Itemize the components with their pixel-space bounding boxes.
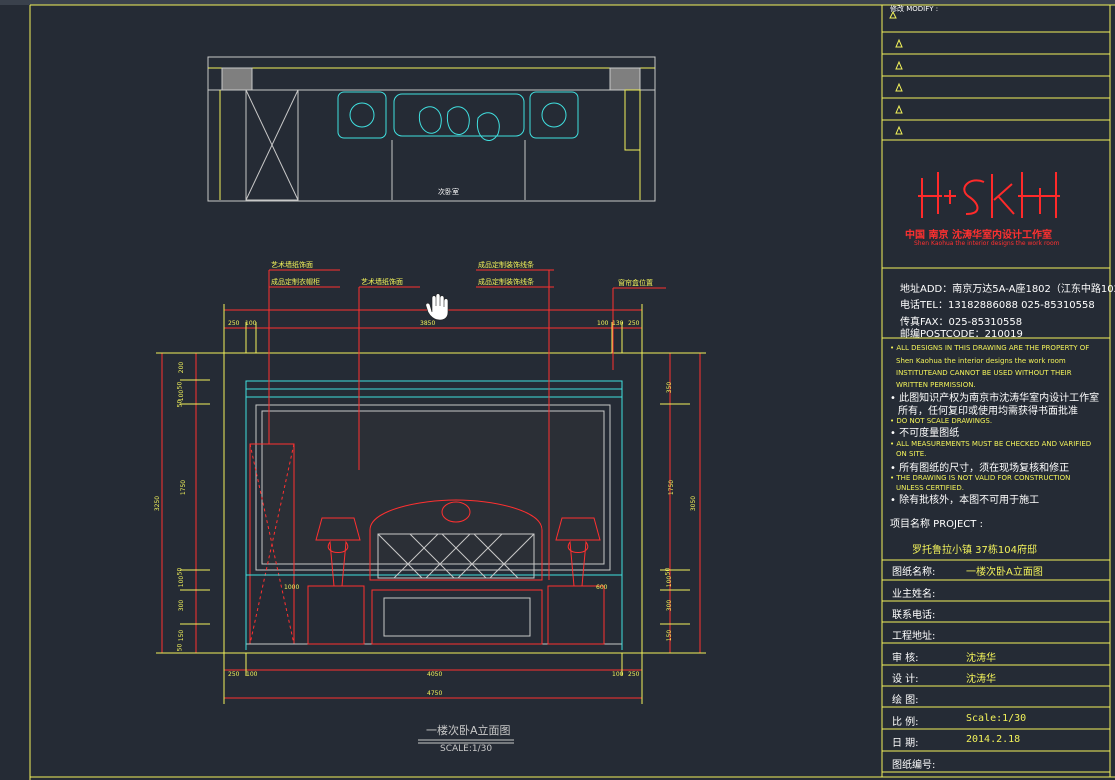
callout-underlines [269, 269, 666, 289]
studio-logo [918, 172, 1060, 218]
dim-left-total: 3250 [154, 495, 162, 512]
dim-right: 300 [666, 599, 674, 612]
dim-left: 100 [178, 575, 186, 588]
plan-room-label: 次卧室 [438, 188, 459, 196]
dim-top: 250 [228, 320, 240, 327]
row-label: 绘 图: [892, 695, 919, 706]
dim-left: 50 [176, 567, 184, 576]
note-line: ON SITE. [896, 450, 927, 458]
note-line: • ALL DESIGNS IN THIS DRAWING ARE THE PR… [890, 344, 1090, 352]
dim-bottom: 250 [228, 671, 240, 678]
address-text: 地址ADD：南京万达5A-A座1802（江东中路102号） [900, 284, 1115, 295]
dim-right: 1750 [668, 479, 676, 496]
row-label: 联系电话: [892, 610, 936, 621]
dim-left: 50 [176, 381, 184, 390]
top-strip [0, 0, 1115, 5]
row-value: 一楼次卧A立面图 [966, 567, 1043, 578]
studio-name-en: Shen Kaohua the interior designs the wor… [914, 240, 1060, 247]
dim-left: 1750 [180, 479, 188, 496]
note-line: Shen Kaohua the interior designs the wor… [896, 357, 1066, 365]
drawing-scale: SCALE:1/30 [440, 744, 493, 754]
small-dim-label: 1000 [284, 584, 300, 591]
dim-left: 300 [178, 599, 186, 612]
callout-label: 成品定制装饰线条 [478, 261, 534, 269]
row-label: 图纸名称: [892, 567, 936, 578]
callout-label: 成品定制衣帽柜 [271, 278, 320, 286]
dim-top: 100 [597, 320, 609, 327]
dim-right: 50 [664, 567, 672, 576]
row-label: 比 例: [892, 717, 919, 728]
dim-bottom: 100 [246, 671, 258, 678]
row-label: 工程地址: [892, 631, 936, 642]
dim-left: 50 [176, 643, 184, 652]
callout-label: 成品定制装饰线条 [478, 278, 534, 286]
modify-label: 修改 MODIFY : [890, 5, 939, 13]
row-value: 2014.2.18 [966, 734, 1021, 745]
dim-right: 100 [666, 575, 674, 588]
project-value: 罗托鲁拉小镇 37栋104府邸 [912, 545, 1037, 556]
note-line: • 不可度量图纸 [890, 428, 960, 439]
callout-label: 艺术墙纸饰面 [271, 261, 313, 269]
dim-right: 350 [666, 381, 674, 394]
studio-name-cn: 中国 南京 沈涛华室内设计工作室 [905, 230, 1052, 241]
dim-top: 130 [612, 320, 624, 327]
note-line: WRITTEN PERMISSION. [896, 381, 976, 389]
postcode-text: 邮编POSTCODE：210019 [900, 329, 1023, 340]
dim-bottom: 100 [612, 671, 624, 678]
dim-top: 100 [245, 320, 257, 327]
dim-right-total: 3050 [690, 495, 698, 512]
dim-total: 4750 [427, 690, 443, 697]
row-value: 沈涛华 [966, 674, 996, 685]
tel-text: 电话TEL：13182886088 025-85310558 [900, 300, 1095, 311]
note-line: • 所有图纸的尺寸，须在现场复核和修正 [890, 463, 1070, 474]
note-line: • THE DRAWING IS NOT VALID FOR CONSTRUCT… [890, 474, 1071, 482]
dim-top: 3850 [420, 320, 436, 327]
plan-view [207, 56, 656, 202]
dim-left: 50 [176, 399, 184, 408]
note-line: • 除有批核外，本图不可用于施工 [890, 495, 1040, 506]
small-dim-label: 600 [596, 584, 608, 591]
row-value: Scale:1/30 [966, 713, 1027, 724]
project-label: 项目名称 PROJECT : [890, 519, 983, 530]
revision-triangles [889, 10, 903, 135]
note-line: • ALL MEASUREMENTS MUST BE CHECKED AND V… [890, 440, 1092, 448]
hand-cursor-icon [425, 293, 449, 321]
dim-left: 200 [178, 361, 186, 374]
dim-top: 250 [628, 320, 640, 327]
drawing-title: 一楼次卧A立面图 [426, 724, 511, 737]
dim-bottom: 250 [628, 671, 640, 678]
note-line: INSTITUTEAND CANNOT BE USED WITHOUT THEI… [896, 369, 1072, 377]
dim-right: 150 [666, 629, 674, 642]
row-label: 审 核: [892, 653, 919, 664]
note-line: 所有，任何复印或使用均需获得书面批准 [898, 406, 1078, 417]
row-value: 沈涛华 [966, 653, 996, 664]
dim-bottom: 4050 [427, 671, 443, 678]
row-label: 日 期: [892, 738, 919, 749]
row-label: 设 计: [892, 674, 919, 685]
dim-left: 150 [178, 629, 186, 642]
row-label: 图纸编号: [892, 760, 936, 771]
callout-label: 艺术墙纸饰面 [361, 278, 403, 286]
elevation-view [223, 352, 643, 654]
callout-label: 窗帘盒位置 [618, 279, 653, 287]
row-label: 业主姓名: [892, 589, 936, 600]
